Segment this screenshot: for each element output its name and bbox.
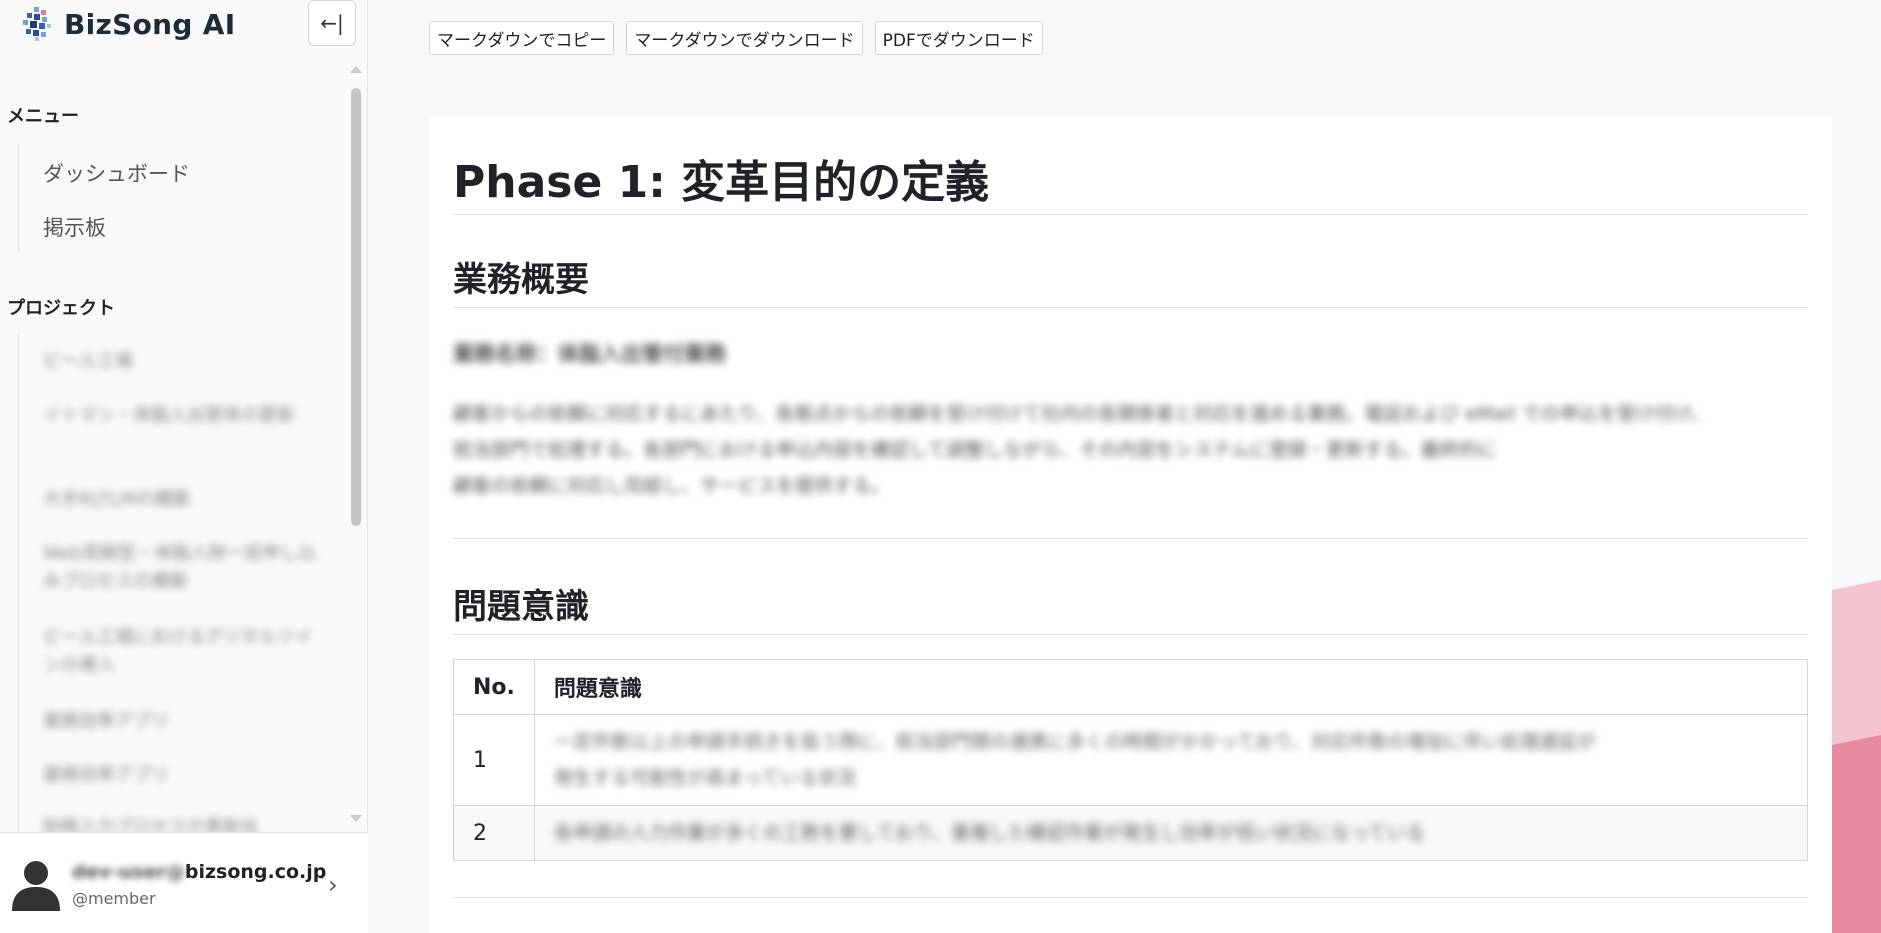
- scroll-down-arrow-icon[interactable]: [350, 815, 362, 822]
- table-row: 1 一定件数以上の申請手続きを扱う際に、担当部門間の連携に多くの時間がかかってお…: [453, 714, 1809, 806]
- user-email: dev-user@bizsong.co.jp: [72, 861, 326, 883]
- download-pdf-button[interactable]: PDFでダウンロード: [874, 21, 1043, 55]
- table-header-issue: 問題意識: [533, 659, 1809, 715]
- document-panel: Phase 1: 変革目的の定義 業務概要 業務名称：体脂入出管付業務 顧客から…: [429, 116, 1832, 933]
- download-markdown-button[interactable]: マークダウンでダウンロード: [626, 21, 863, 55]
- section-title-overview: 業務概要: [453, 260, 589, 300]
- copy-markdown-button[interactable]: マークダウンでコピー: [429, 21, 615, 55]
- export-toolbar: マークダウンでコピー マークダウンでダウンロード PDFでダウンロード: [429, 21, 1043, 55]
- user-email-hidden: dev-user@: [72, 861, 185, 883]
- bizsong-logo-icon: [23, 7, 51, 41]
- table-cell-text: 発生する可能性が高まっている状況: [553, 767, 857, 789]
- chevron-right-icon[interactable]: ›: [328, 871, 338, 899]
- user-email-domain: bizsong.co.jp: [184, 861, 327, 883]
- brand[interactable]: BizSong AI: [20, 4, 235, 44]
- paragraph-line: 顧客の依頼に対応し完結し、サービスを提供する。: [453, 475, 891, 497]
- table-cell-text: 一定件数以上の申請手続きを扱う際に、担当部門間の連携に多くの時間がかかっており、…: [553, 731, 1597, 753]
- collapse-sidebar-icon: ←|: [320, 11, 344, 35]
- sidebar-item-dashboard[interactable]: ダッシュボード: [43, 158, 190, 188]
- user-avatar-icon: [12, 861, 60, 911]
- sidebar-item-board[interactable]: 掲示板: [43, 212, 106, 242]
- collapse-sidebar-button[interactable]: ←|: [308, 0, 356, 46]
- sidebar-project-item[interactable]: 業務効率アプリ: [43, 708, 323, 736]
- table-cell-text: 各申請の入力作業が多くの工数を要しており、重複した確認作業が発生し効率が低い状況…: [553, 822, 1426, 844]
- table-cell-no: 1: [453, 714, 535, 806]
- divider: [453, 214, 1808, 215]
- sidebar-project-item[interactable]: 財務入力プロセスの更新化: [43, 814, 323, 832]
- divider: [453, 634, 1808, 635]
- paragraph-line: 顧客からの依頼に対応するにあたり、各拠点からの依頼を受け付けて社内の各関係者と対…: [453, 403, 1711, 425]
- issues-table: No. 問題意識 1 一定件数以上の申請手続きを扱う際に、担当部門間の連携に多く…: [453, 659, 1809, 861]
- menu-section-title: メニュー: [7, 106, 79, 127]
- section-subtitle: 業務名称：体脂入出管付業務: [453, 342, 726, 366]
- table-row: 2 各申請の入力作業が多くの工数を要しており、重複した確認作業が発生し効率が低い…: [453, 805, 1809, 861]
- sidebar-scrollbar[interactable]: [351, 88, 361, 526]
- menu-divider: [18, 144, 19, 252]
- sidebar-project-item[interactable]: ビール工場: [43, 348, 323, 376]
- sidebar-project-item[interactable]: イトマン・体脂入出管体の更新: [43, 402, 323, 430]
- section-title-issues: 問題意識: [453, 587, 589, 627]
- sidebar-project-item[interactable]: Web受献型・体脂入財一括申し込みプロセスの構築: [43, 540, 323, 596]
- brand-name: BizSong AI: [64, 7, 236, 41]
- sidebar-project-item[interactable]: 業務効率アプリ: [43, 762, 323, 790]
- projects-section-title: プロジェクト: [7, 298, 115, 319]
- divider: [453, 897, 1808, 898]
- divider: [453, 307, 1808, 308]
- page-title: Phase 1: 変革目的の定義: [453, 157, 990, 208]
- table-header-row: No. 問題意識: [453, 659, 1809, 715]
- table-cell-issue: 一定件数以上の申請手続きを扱う際に、担当部門間の連携に多くの時間がかかっており、…: [533, 714, 1809, 806]
- sidebar-nav: メニュー ダッシュボード 掲示板 プロジェクト ビール工場 イトマン・体脂入出管…: [0, 62, 368, 832]
- projects-divider: [18, 334, 19, 832]
- table-header-no: No.: [453, 659, 535, 715]
- sidebar: BizSong AI ←| メニュー ダッシュボード 掲示板 プロジェクト ビー…: [0, 0, 368, 933]
- sidebar-project-item[interactable]: 大手RLTLMの構築: [43, 486, 323, 514]
- user-role: @member: [72, 889, 156, 908]
- paragraph-line: 担当部門で処理する。各部門における申込内容を確認して調整しながら、その内容をシス…: [453, 439, 1497, 461]
- sidebar-project-item[interactable]: ビール工場におけるデジタルツインの導入: [43, 624, 323, 680]
- divider: [453, 538, 1808, 539]
- user-menu[interactable]: dev-user@bizsong.co.jp @member ›: [0, 832, 368, 933]
- table-cell-issue: 各申請の入力作業が多くの工数を要しており、重複した確認作業が発生し効率が低い状況…: [533, 805, 1809, 861]
- table-cell-no: 2: [453, 805, 535, 861]
- decorative-shape: [1832, 580, 1881, 933]
- scroll-up-arrow-icon[interactable]: [350, 66, 362, 73]
